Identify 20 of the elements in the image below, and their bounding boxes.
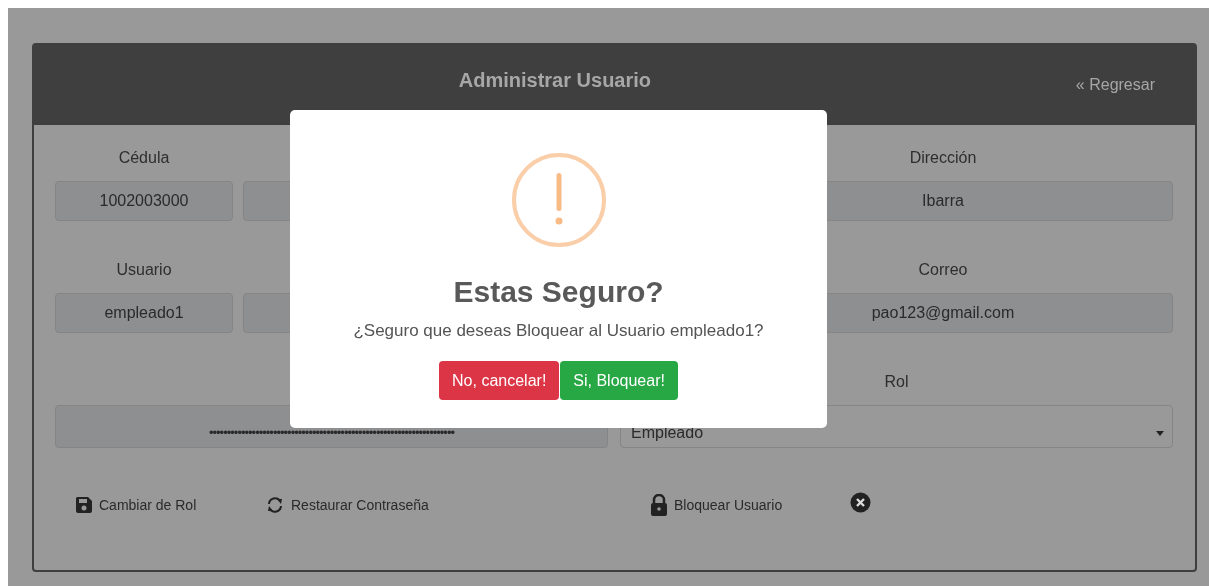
field-label: Dirección <box>909 148 977 168</box>
caret-icon <box>1156 431 1164 436</box>
close-icon[interactable] <box>850 492 871 513</box>
field-label: Rol <box>884 372 909 392</box>
field-label: Cédula <box>118 148 170 168</box>
dialog-title: Estas Seguro? <box>453 275 664 309</box>
action-button[interactable]: Bloquear Usuario <box>650 493 850 516</box>
field-label: Correo <box>918 260 968 280</box>
text-field[interactable]: 1002003000 <box>55 181 233 221</box>
page-title: Administrar Usuario <box>457 68 653 92</box>
refresh-icon <box>265 495 285 514</box>
lock-icon <box>650 493 668 516</box>
text-field[interactable]: empleado1 <box>55 293 233 333</box>
action-button[interactable]: Cambiar de Rol <box>75 495 265 514</box>
confirm-button[interactable]: Si, Bloquear! <box>560 361 678 400</box>
cancel-button[interactable]: No, cancelar! <box>439 361 560 400</box>
back-link[interactable]: « Regresar <box>1075 76 1155 94</box>
field-label: Usuario <box>116 260 172 280</box>
action-button[interactable]: Restaurar Contraseña <box>265 495 650 514</box>
warning-icon <box>511 153 606 247</box>
